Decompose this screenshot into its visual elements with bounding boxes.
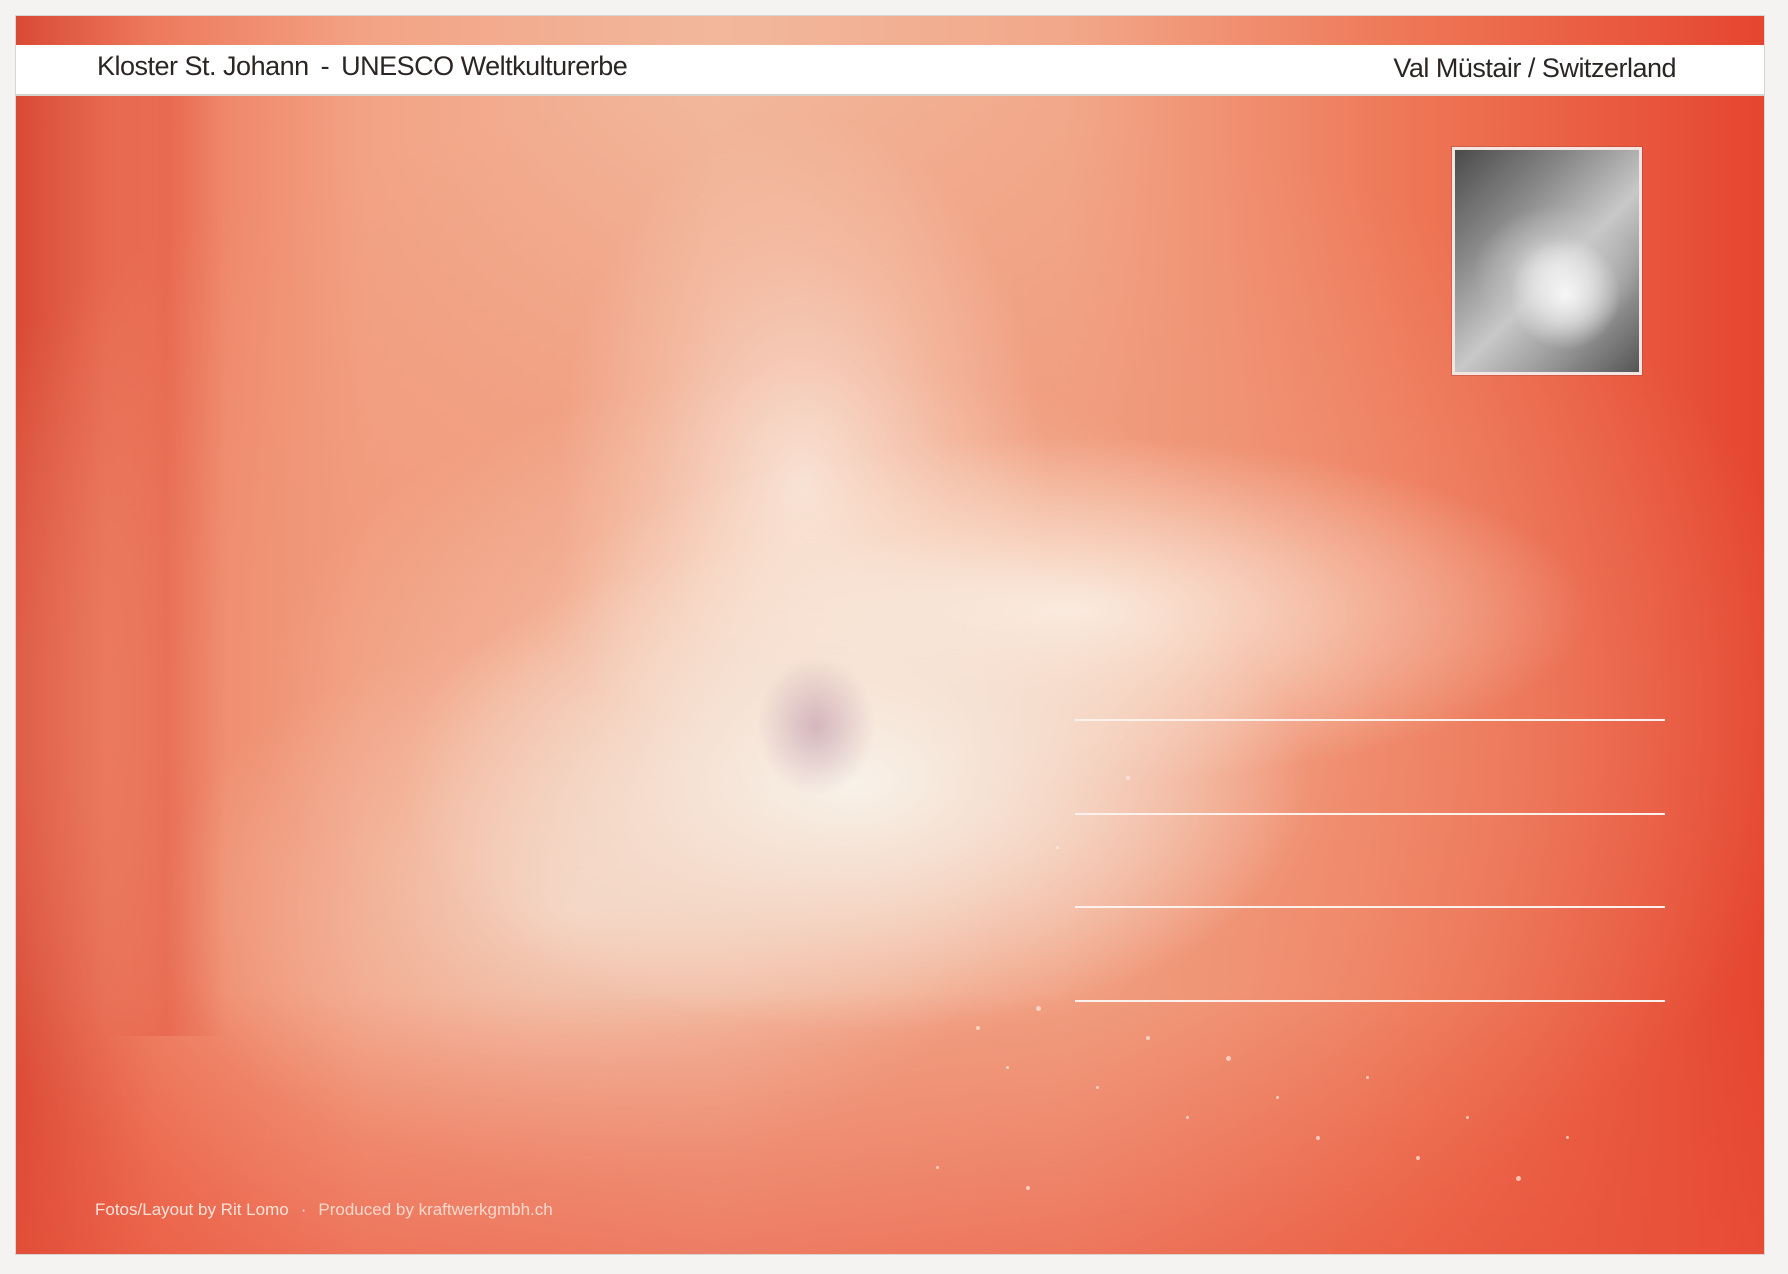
- speckle: [1146, 1036, 1150, 1040]
- title-separator: -: [320, 51, 330, 81]
- speckle: [1316, 1136, 1320, 1140]
- background-shadow-center: [756, 656, 876, 796]
- postcard-scan: Kloster St. Johann - UNESCO Weltkulturerbe…: [0, 0, 1788, 1274]
- speckle: [1226, 1056, 1231, 1061]
- footer-credits: Fotos/Layout by Rit Lomo · Produced by kra…: [95, 1200, 553, 1220]
- speckle: [1126, 776, 1130, 780]
- address-line: [1075, 1000, 1665, 1002]
- postcard: Kloster St. Johann - UNESCO Weltkulturerbe…: [16, 16, 1764, 1254]
- page-title: Kloster St. Johann: [97, 51, 309, 81]
- speckle: [1366, 1076, 1369, 1079]
- speckle: [1096, 1086, 1099, 1089]
- speckle: [976, 1026, 980, 1030]
- speckle: [1566, 1136, 1569, 1139]
- address-line: [1075, 719, 1665, 721]
- location-label: Val Müstair / Switzerland: [1393, 53, 1676, 83]
- footer-separator: ·: [300, 1200, 307, 1219]
- speckle: [1276, 1096, 1279, 1099]
- background-shadow: [106, 86, 226, 1036]
- speckle: [936, 1166, 939, 1169]
- speckle: [1186, 1116, 1189, 1119]
- producer-text: Produced by kraftwerkgmbh.ch: [318, 1200, 553, 1219]
- header-bar: Kloster St. Johann - UNESCO Weltkulturerbe…: [16, 45, 1764, 96]
- header-title-group: Kloster St. Johann - UNESCO Weltkulturerbe: [97, 51, 628, 82]
- speckle: [1006, 1066, 1009, 1069]
- speckle: [1036, 1006, 1041, 1011]
- stamp-box: [1452, 147, 1642, 375]
- speckle: [1466, 1116, 1469, 1119]
- credit-text: Fotos/Layout by Rit Lomo: [95, 1200, 289, 1219]
- speckle: [1416, 1156, 1420, 1160]
- speckle: [1056, 846, 1059, 849]
- address-line: [1075, 906, 1665, 908]
- speckle: [1026, 1186, 1030, 1190]
- speckle: [1516, 1176, 1521, 1181]
- address-line: [1075, 813, 1665, 815]
- page-subtitle: UNESCO Weltkulturerbe: [341, 51, 628, 81]
